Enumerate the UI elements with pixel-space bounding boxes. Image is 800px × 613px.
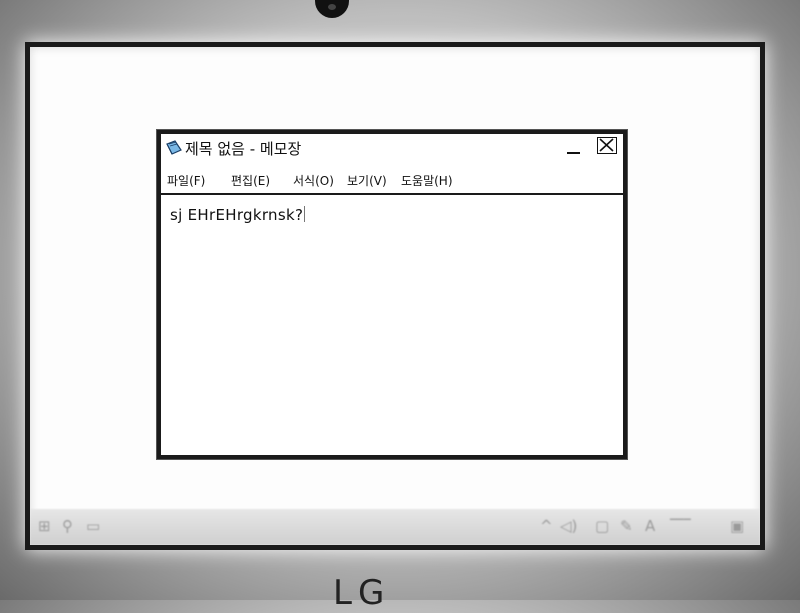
- minimize-button[interactable]: [565, 138, 583, 156]
- menu-help[interactable]: 도움말(H): [401, 172, 453, 189]
- menu-file[interactable]: 파일(F): [167, 172, 205, 189]
- text-caret: [304, 206, 306, 222]
- monitor-brand-logo: LG: [333, 573, 391, 613]
- webcam: [315, 0, 349, 18]
- menu-view[interactable]: 보기(V): [347, 172, 387, 189]
- monitor-screen: 제목 없음 - 메모장 파일(F) 편집(E) 서식(O) 보기(V) 도움말(…: [25, 42, 765, 550]
- windows-start-icon[interactable]: ⊞: [38, 519, 51, 534]
- window-title: 제목 없음 - 메모장: [185, 140, 302, 158]
- text-editor[interactable]: sj EHrEHrgkrnsk?: [161, 195, 623, 455]
- ime-icon[interactable]: A: [645, 519, 655, 534]
- menu-bar: 파일(F) 편집(E) 서식(O) 보기(V) 도움말(H): [161, 172, 623, 194]
- menu-edit[interactable]: 편집(E): [231, 172, 270, 189]
- close-icon: [599, 138, 614, 152]
- pen-icon[interactable]: ✎: [620, 519, 633, 534]
- search-icon[interactable]: ⚲: [62, 519, 73, 534]
- notepad-window[interactable]: 제목 없음 - 메모장 파일(F) 편집(E) 서식(O) 보기(V) 도움말(…: [157, 130, 627, 459]
- notepad-icon: [165, 139, 182, 155]
- taskbar: ⊞ ⚲ ▭ ^ ◁) ▢ ✎ A ▔▔▔ ▣: [30, 509, 760, 545]
- menu-format[interactable]: 서식(O): [293, 172, 334, 189]
- notification-icon[interactable]: ▣: [730, 519, 744, 534]
- task-view-icon[interactable]: ▭: [86, 519, 100, 534]
- network-icon[interactable]: ▢: [595, 519, 609, 534]
- close-button[interactable]: [597, 137, 617, 154]
- clock-icon[interactable]: ▔▔▔: [670, 521, 691, 530]
- chevron-up-icon[interactable]: ^: [540, 519, 553, 534]
- editor-content: sj EHrEHrgkrnsk?: [170, 206, 306, 224]
- speaker-icon[interactable]: ◁): [560, 519, 577, 534]
- editor-text: sj EHrEHrgkrnsk?: [170, 206, 304, 224]
- title-bar[interactable]: 제목 없음 - 메모장: [161, 134, 623, 164]
